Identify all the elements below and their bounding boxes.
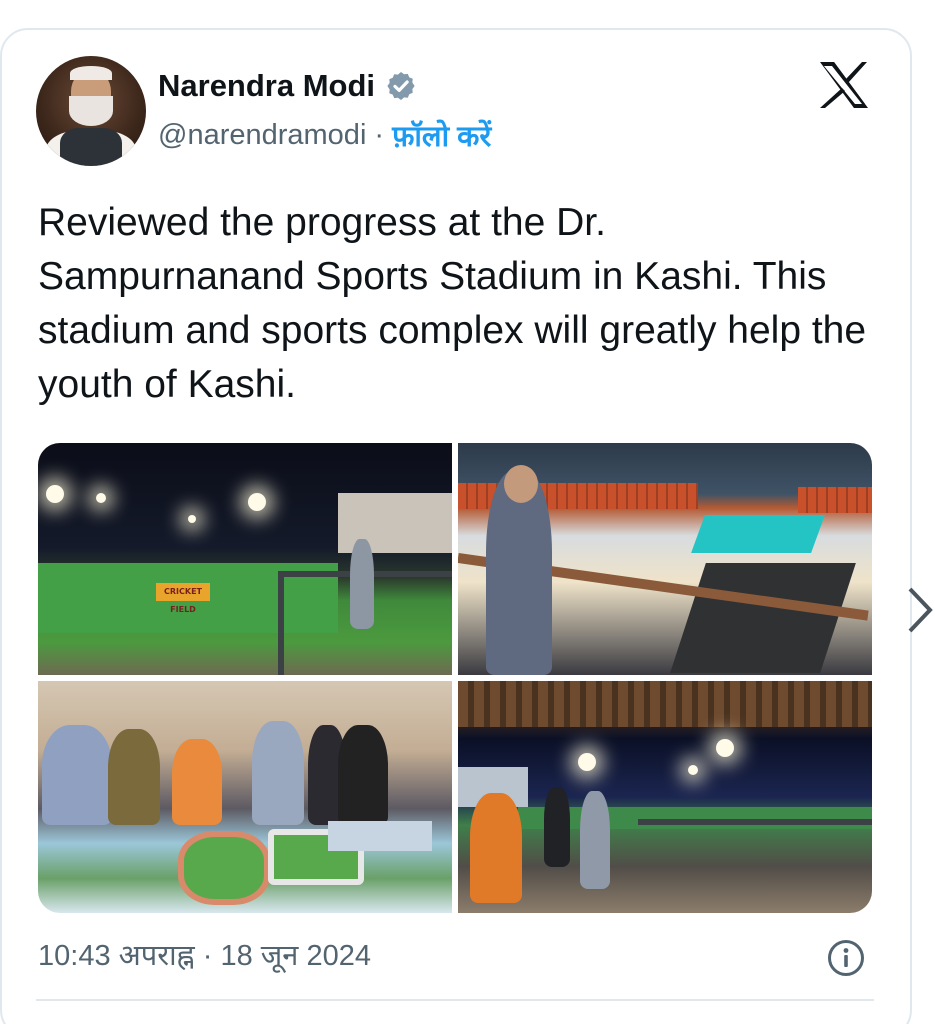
follow-button[interactable]: फ़ॉलो करें <box>392 116 491 155</box>
author-name-row: Narendra Modi <box>158 68 417 104</box>
handle-separator: · <box>374 119 385 151</box>
next-arrow-button[interactable] <box>902 575 935 645</box>
post-timestamp[interactable]: 10:43 अपराह्न · 18 जून 2024 <box>38 935 371 974</box>
post-date: 18 जून 2024 <box>220 940 371 972</box>
post-time: 10:43 अपराह्न <box>38 940 195 972</box>
stadium-night-walk-photo[interactable] <box>458 681 872 913</box>
stadium-night-cricket-field-photo[interactable]: CRICKET FIELD <box>38 443 452 675</box>
stadium-model-review-photo[interactable] <box>38 681 452 913</box>
author-handle-row: @narendramodi · फ़ॉलो करें <box>158 116 491 155</box>
profile-avatar[interactable] <box>36 56 146 166</box>
info-icon[interactable] <box>826 938 866 978</box>
post-text: Reviewed the progress at the Dr. Sampurn… <box>38 201 867 406</box>
verified-badge-icon <box>387 72 415 100</box>
indoor-sports-hall-photo[interactable] <box>458 443 872 675</box>
cricket-field-sign: CRICKET FIELD <box>156 583 210 614</box>
author-name[interactable]: Narendra Modi <box>158 68 375 104</box>
author-handle[interactable]: @narendramodi <box>158 119 366 152</box>
divider <box>36 999 874 1001</box>
chevron-right-icon <box>908 587 933 633</box>
timestamp-separator: · <box>202 940 213 972</box>
media-grid: CRICKET FIELD <box>38 443 872 913</box>
x-logo-icon[interactable] <box>818 60 870 110</box>
